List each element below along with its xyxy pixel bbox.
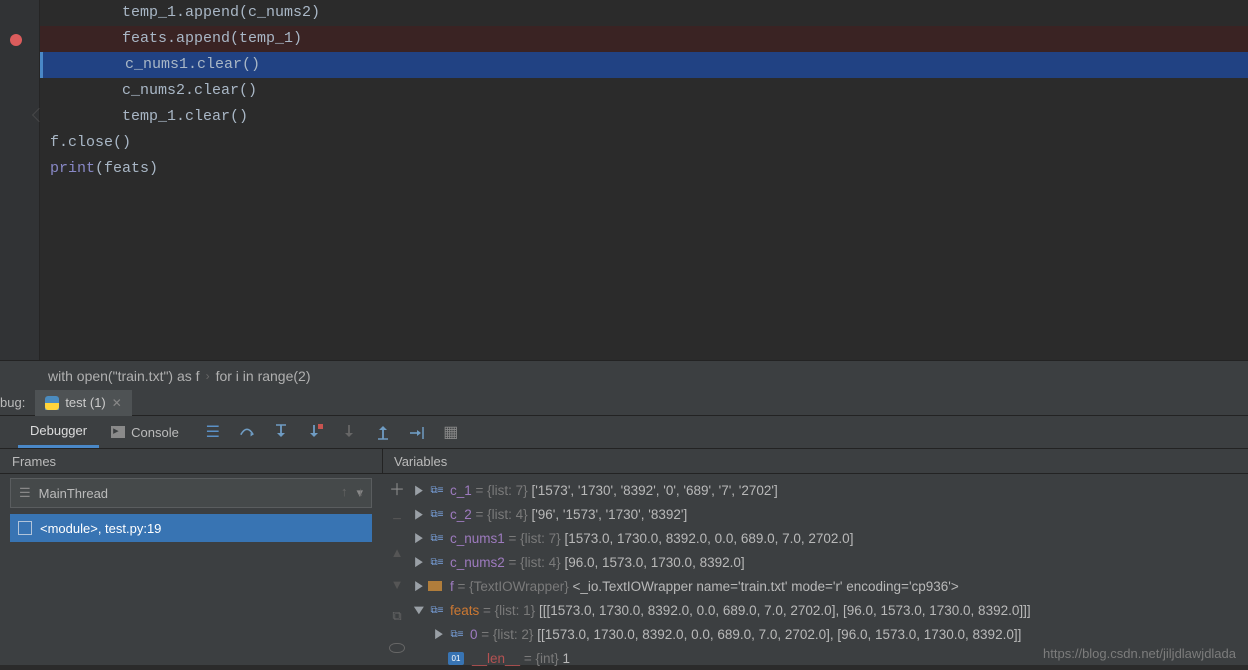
new-watch-icon[interactable]: ＋ — [389, 480, 405, 496]
python-icon — [45, 396, 59, 410]
watermark-text: https://blog.csdn.net/jiljdlawjdlada — [1043, 646, 1236, 661]
remove-watch-icon[interactable]: − — [389, 512, 405, 528]
frame-label: <module>, test.py:19 — [40, 521, 161, 536]
tab-debugger[interactable]: Debugger — [18, 416, 99, 448]
evaluate-expression-icon[interactable]: ▦ — [443, 424, 459, 440]
breakpoint-icon[interactable] — [10, 34, 22, 46]
list-icon: ⧉≡ — [448, 627, 466, 641]
expand-icon[interactable]: ▶ — [414, 531, 424, 545]
variables-panel: ＋ − ▲ ▼ ⧉ ▶ ⧉≡ c_1 = {list: 7} ['1573', … — [382, 474, 1248, 665]
next-frame-icon[interactable]: ↓ — [358, 484, 365, 499]
run-tab-label: test (1) — [65, 395, 105, 410]
list-icon: ⧉≡ — [428, 483, 446, 497]
code-text: c_nums2.clear() — [122, 82, 257, 99]
debug-label: bug: — [0, 395, 35, 410]
code-text: print — [50, 160, 95, 177]
breadcrumb-item[interactable]: for i in range(2) — [216, 368, 311, 384]
watches-icon[interactable] — [389, 640, 405, 656]
up-icon[interactable]: ▲ — [389, 544, 405, 560]
debug-toolbar: Debugger Console ☰ ▦ — [0, 416, 1248, 448]
stack-frame-row[interactable]: <module>, test.py:19 — [10, 514, 372, 542]
collapse-icon[interactable]: ▶ — [412, 605, 426, 615]
force-step-into-icon[interactable] — [341, 424, 357, 440]
code-area[interactable]: temp_1.append(c_nums2) feats.append(temp… — [40, 0, 1248, 182]
console-icon — [111, 426, 125, 438]
prev-frame-icon[interactable]: ↑ — [341, 484, 348, 499]
code-text: (feats) — [95, 160, 158, 177]
code-text: temp_1.append(c_nums2) — [122, 4, 320, 21]
thread-selector[interactable]: ☰ MainThread ▾ — [10, 478, 372, 508]
variables-tree[interactable]: ▶ ⧉≡ c_1 = {list: 7} ['1573', '1730', '8… — [412, 474, 1248, 665]
code-text: feats.append(temp_1) — [122, 30, 302, 47]
down-icon[interactable]: ▼ — [389, 576, 405, 592]
step-out-icon[interactable] — [375, 424, 391, 440]
list-icon: ⧉≡ — [428, 531, 446, 545]
code-text: temp_1.clear() — [122, 108, 248, 125]
current-execution-line: c_nums1.clear() — [40, 52, 1248, 78]
debug-session-tabbar: bug: test (1) ✕ — [0, 390, 1248, 416]
run-tab[interactable]: test (1) ✕ — [35, 390, 132, 416]
frames-panel: ☰ MainThread ▾ ↑ ↓ <module>, test.py:19 — [0, 474, 382, 665]
editor-gutter[interactable] — [0, 0, 40, 360]
int-icon: 01 — [448, 652, 464, 665]
variables-panel-header: Variables — [382, 448, 1248, 474]
step-into-icon[interactable] — [273, 424, 289, 440]
close-icon[interactable]: ✕ — [112, 396, 122, 410]
expand-icon[interactable]: ▶ — [414, 483, 424, 497]
frames-panel-header: Frames — [0, 448, 382, 474]
expand-icon[interactable]: ▶ — [434, 627, 444, 641]
step-over-icon[interactable] — [239, 424, 255, 440]
list-icon: ⧉≡ — [428, 555, 446, 569]
run-to-cursor-icon[interactable] — [409, 424, 425, 440]
list-icon: ⧉≡ — [428, 603, 446, 617]
expand-icon[interactable]: ▶ — [414, 579, 424, 593]
code-editor[interactable]: temp_1.append(c_nums2) feats.append(temp… — [0, 0, 1248, 360]
list-icon: ⧉≡ — [428, 507, 446, 521]
expand-icon[interactable]: ▶ — [414, 555, 424, 569]
thread-icon: ☰ — [19, 485, 31, 501]
variables-side-toolbar: ＋ − ▲ ▼ ⧉ — [382, 474, 412, 665]
breadcrumb-item[interactable]: with open("train.txt") as f — [48, 368, 200, 384]
copy-icon[interactable]: ⧉ — [389, 608, 405, 624]
expand-icon[interactable]: ▶ — [414, 507, 424, 521]
breadcrumb[interactable]: with open("train.txt") as f › for i in r… — [0, 360, 1248, 390]
thread-name: MainThread — [39, 486, 108, 501]
code-text: f.close() — [50, 134, 131, 151]
object-icon — [428, 581, 442, 591]
tab-console[interactable]: Console — [99, 416, 191, 448]
module-icon — [18, 521, 32, 535]
chevron-right-icon: › — [206, 369, 210, 383]
step-into-my-code-icon[interactable] — [307, 424, 323, 440]
show-execution-point-icon[interactable]: ☰ — [205, 424, 221, 440]
